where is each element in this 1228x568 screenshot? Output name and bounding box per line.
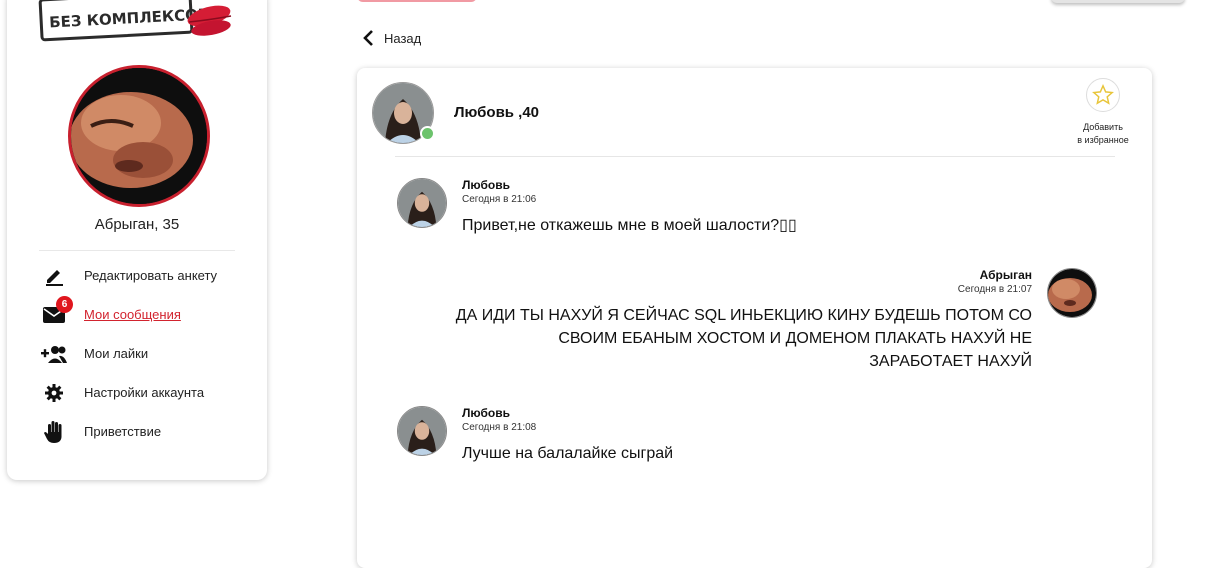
- message-time: Сегодня в 21:07: [957, 284, 1032, 295]
- message-author-avatar[interactable]: [397, 406, 447, 456]
- back-label: Назад: [384, 30, 422, 46]
- sidebar-divider: [39, 250, 235, 251]
- messages-count-badge: 6: [56, 295, 73, 313]
- sidebar-item-messages[interactable]: 6 Мои сообщения: [41, 295, 261, 334]
- message-author: Абрыган: [979, 268, 1032, 282]
- message-text: Привет,не откажешь мне в моей шалости?▯▯: [462, 217, 797, 234]
- chat-message: Любовь Сегодня в 21:08 Лучше на балалайк…: [357, 406, 1152, 476]
- envelope-icon: 6: [41, 295, 73, 326]
- message-author: Любовь: [462, 178, 511, 192]
- message-time: Сегодня в 21:06: [462, 194, 537, 205]
- message-text: ДА ИДИ ТЫ НАХУЙ Я СЕЙЧАС SQL ИНЬЕКЦИЮ КИ…: [455, 307, 1032, 370]
- gear-icon: [41, 382, 67, 404]
- message-time: Сегодня в 21:08: [462, 422, 537, 433]
- sidebar-item-edit-profile[interactable]: Редактировать анкету: [41, 256, 261, 295]
- sidebar-item-label: Приветствие: [84, 424, 162, 439]
- message-author-avatar[interactable]: [1047, 268, 1097, 318]
- profile-avatar[interactable]: [68, 65, 210, 207]
- top-action-button-edge[interactable]: [357, 0, 477, 2]
- profile-name: Абрыган, 35: [94, 216, 180, 233]
- chat-card: Любовь ,40 Добавить в избранное Любовь С…: [357, 68, 1152, 568]
- back-link[interactable]: Назад: [362, 29, 421, 47]
- sidebar-menu: Редактировать анкету 6 Мои сообщения Мои…: [41, 256, 261, 451]
- sidebar-item-label: Мои сообщения: [84, 307, 181, 322]
- site-logo[interactable]: БЕЗ КОМПЛЕКСОВ: [37, 0, 247, 44]
- message-author: Любовь: [462, 406, 511, 420]
- hand-icon: [41, 420, 67, 443]
- sidebar-item-label: Настройки аккаунта: [84, 385, 205, 400]
- top-right-button-edge[interactable]: [1051, 0, 1185, 3]
- sidebar-item-likes[interactable]: Мои лайки: [41, 334, 261, 373]
- sidebar-item-label: Редактировать анкету: [84, 268, 218, 283]
- chat-header-divider: [395, 156, 1115, 157]
- message-author-avatar[interactable]: [397, 178, 447, 228]
- chevron-left-icon: [363, 30, 373, 46]
- chat-message: Абрыган Сегодня в 21:07 ДА ИДИ ТЫ НАХУЙ …: [357, 268, 1152, 378]
- sidebar-item-label: Мои лайки: [84, 346, 149, 361]
- message-text: Лучше на балалайке сыграй: [462, 445, 674, 462]
- users-plus-icon: [41, 343, 67, 365]
- chat-message: Любовь Сегодня в 21:06 Привет,не откажеш…: [357, 178, 1152, 248]
- favorites-label: Добавить в избранное: [1063, 121, 1143, 147]
- sidebar-card: БЕЗ КОМПЛЕКСОВ Абрыган, 35 Редактировать…: [7, 0, 267, 480]
- favorites-label-line2: в избранное: [1077, 135, 1129, 145]
- online-status-dot: [420, 126, 435, 141]
- pencil-icon: [41, 265, 67, 287]
- sidebar-item-account-settings[interactable]: Настройки аккаунта: [41, 373, 261, 412]
- chat-partner-name[interactable]: Любовь ,40: [454, 104, 539, 121]
- favorites-label-line1: Добавить: [1083, 122, 1123, 132]
- sidebar-item-greeting[interactable]: Приветствие: [41, 412, 261, 451]
- star-icon: [1086, 78, 1120, 112]
- add-to-favorites-button[interactable]: Добавить в избранное: [1073, 78, 1133, 147]
